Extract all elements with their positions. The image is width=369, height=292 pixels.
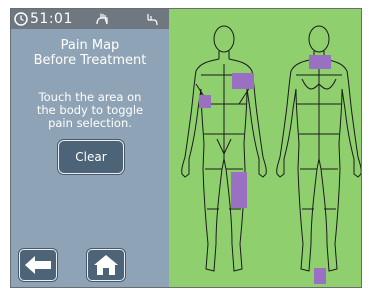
screen: 51:01 Pain Map Before Treatment Touch th… [10, 8, 362, 288]
back-arrow-icon [25, 256, 51, 274]
instruction-line-3: pain selection. [48, 116, 132, 130]
pain-map-area [169, 9, 361, 287]
page-title: Pain Map Before Treatment [11, 38, 169, 68]
clock-icon [14, 12, 28, 26]
right-hand-icon [147, 14, 158, 26]
pain-zone-front-left-chest[interactable] [232, 73, 254, 89]
home-icon [94, 255, 118, 275]
session-timer: 51:01 [30, 11, 73, 27]
left-hand-icon [96, 13, 108, 25]
pain-zone-front-right-upper-arm[interactable] [199, 95, 211, 108]
instructions: Touch the area on the body to toggle pai… [11, 91, 169, 130]
title-line-1: Pain Map [60, 38, 120, 53]
clear-button[interactable]: Clear [58, 140, 124, 174]
pain-zone-back-neck-shoulders[interactable] [309, 55, 331, 69]
pain-zone-back-left-foot[interactable] [314, 268, 326, 284]
control-panel: 51:01 Pain Map Before Treatment Touch th… [11, 9, 169, 287]
back-button[interactable] [19, 249, 57, 281]
status-bar: 51:01 [11, 9, 169, 29]
home-button[interactable] [87, 249, 125, 281]
title-line-2: Before Treatment [33, 53, 147, 68]
front-body-figure [181, 25, 267, 272]
pain-zone-front-left-thigh[interactable] [231, 172, 247, 208]
